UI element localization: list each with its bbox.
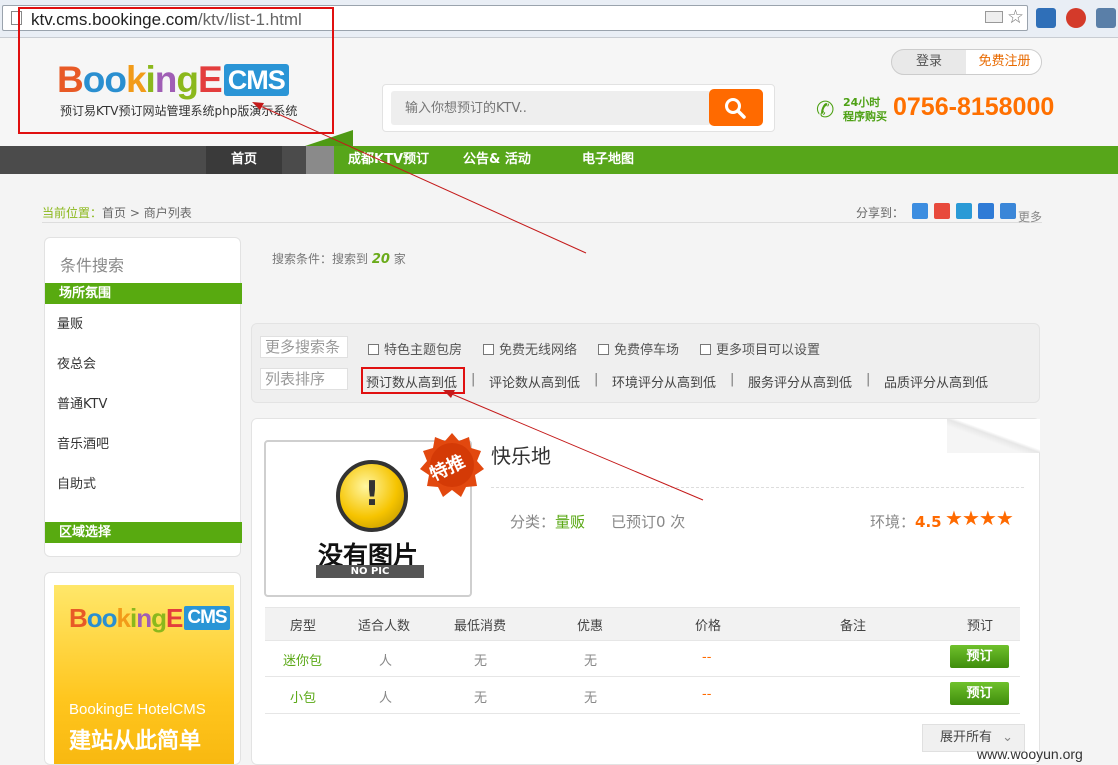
watermark: www.wooyun.org [977,746,1083,762]
annotation-arrows [252,102,704,501]
